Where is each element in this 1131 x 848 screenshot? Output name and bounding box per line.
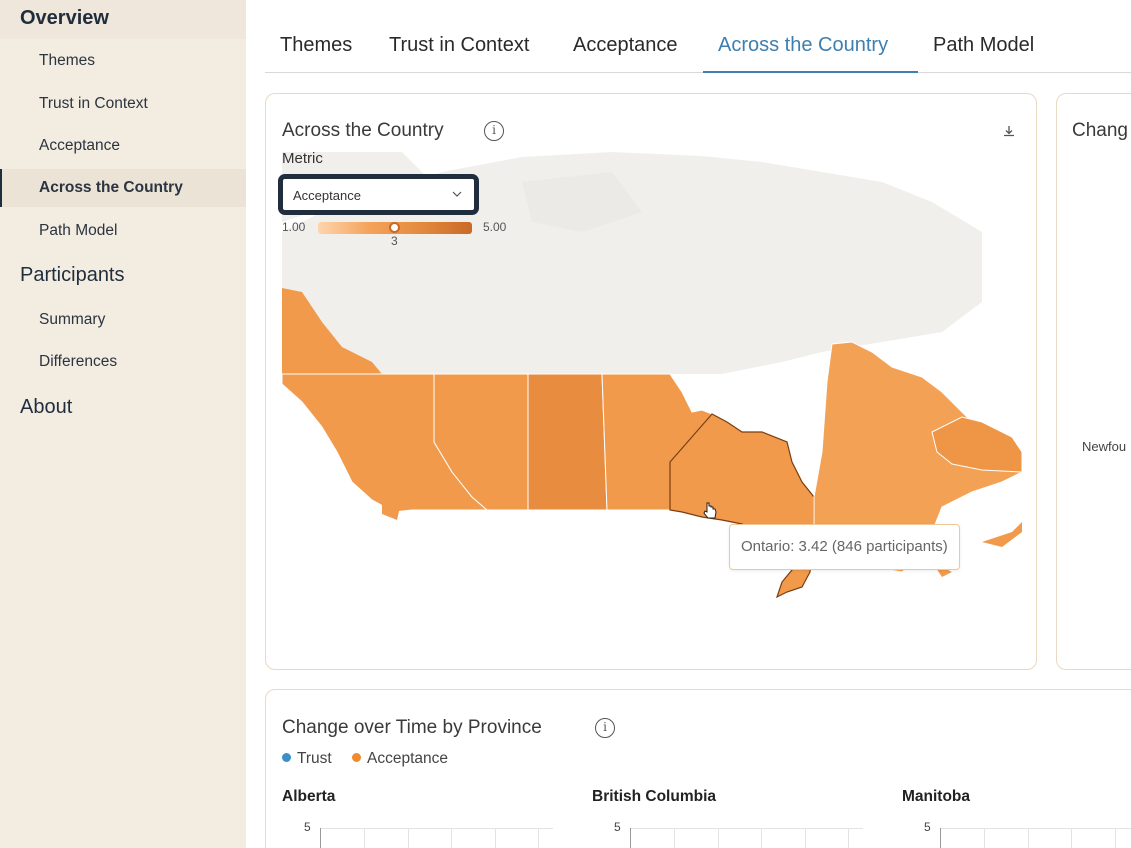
metric-label: Metric — [282, 150, 323, 167]
legend-item-acceptance[interactable]: Acceptance — [352, 750, 448, 767]
panel-y-top-british-columbia: 5 — [614, 820, 621, 834]
chevron-down-icon — [452, 191, 462, 197]
map-tooltip: Ontario: 3.42 (846 participants) — [729, 524, 960, 570]
scale-min: 1.00 — [282, 220, 306, 234]
legend: Trust Acceptance — [282, 750, 448, 768]
tab-trust-in-context[interactable]: Trust in Context — [374, 28, 544, 73]
panel-y-top-manitoba: 5 — [924, 820, 931, 834]
legend-dot-acceptance — [352, 753, 362, 762]
panel-title-manitoba: Manitoba — [902, 788, 971, 805]
sidebar-item-across-the-country[interactable]: Across the Country — [0, 169, 246, 207]
tab-path-model[interactable]: Path Model — [918, 28, 1049, 73]
sidebar: Overview Themes Trust in Context Accepta… — [0, 0, 246, 848]
legend-label-acceptance: Acceptance — [367, 750, 449, 767]
sidebar-item-trust-in-context[interactable]: Trust in Context — [0, 85, 246, 123]
sidebar-item-path-model[interactable]: Path Model — [0, 212, 246, 250]
scale-max: 5.00 — [483, 220, 507, 234]
sidebar-section-about[interactable]: About — [0, 396, 72, 419]
info-icon[interactable]: i — [484, 121, 504, 141]
sidebar-item-summary[interactable]: Summary — [0, 301, 246, 339]
legend-item-trust[interactable]: Trust — [282, 750, 332, 767]
info-icon[interactable]: i — [595, 718, 615, 738]
sidebar-item-themes[interactable]: Themes — [0, 42, 246, 80]
download-icon[interactable] — [1002, 124, 1016, 138]
province-saskatchewan[interactable] — [527, 373, 608, 511]
panel-title-alberta: Alberta — [282, 788, 336, 805]
panel-y-top-alberta: 5 — [304, 820, 311, 834]
sidebar-section-participants[interactable]: Participants — [0, 264, 125, 287]
legend-label-trust: Trust — [297, 750, 332, 767]
sidebar-section-overview[interactable]: Overview — [0, 0, 246, 39]
panel-title-british-columbia: British Columbia — [592, 788, 717, 805]
tab-across-the-country[interactable]: Across the Country — [703, 28, 918, 73]
panel-plot-alberta — [320, 828, 553, 848]
province-maritimes[interactable] — [982, 522, 1022, 547]
side-card: Chang Newfou — [1056, 93, 1131, 670]
time-card: Change over Time by Province i Trust Acc… — [265, 689, 1131, 848]
metric-select[interactable]: Acceptance — [281, 177, 476, 212]
scale-current-value: 3 — [391, 234, 398, 248]
panel-plot-british-columbia — [630, 828, 863, 848]
side-card-title: Chang — [1072, 120, 1128, 141]
tab-bar: Themes Trust in Context Acceptance Acros… — [265, 28, 1131, 73]
tab-themes[interactable]: Themes — [265, 28, 367, 73]
map-card-title: Across the Country — [282, 120, 444, 141]
sidebar-item-differences[interactable]: Differences — [0, 343, 246, 381]
legend-dot-trust — [282, 753, 291, 762]
side-card-label: Newfou — [1082, 439, 1127, 454]
panel-plot-manitoba — [940, 828, 1131, 848]
map-card: Across the Country i Metric Acceptance 1… — [265, 93, 1037, 670]
tab-acceptance[interactable]: Acceptance — [558, 28, 693, 73]
time-card-title: Change over Time by Province — [282, 717, 542, 738]
color-scale-handle[interactable] — [389, 222, 400, 233]
metric-select-value: Acceptance — [293, 188, 361, 203]
sidebar-item-acceptance[interactable]: Acceptance — [0, 127, 246, 165]
